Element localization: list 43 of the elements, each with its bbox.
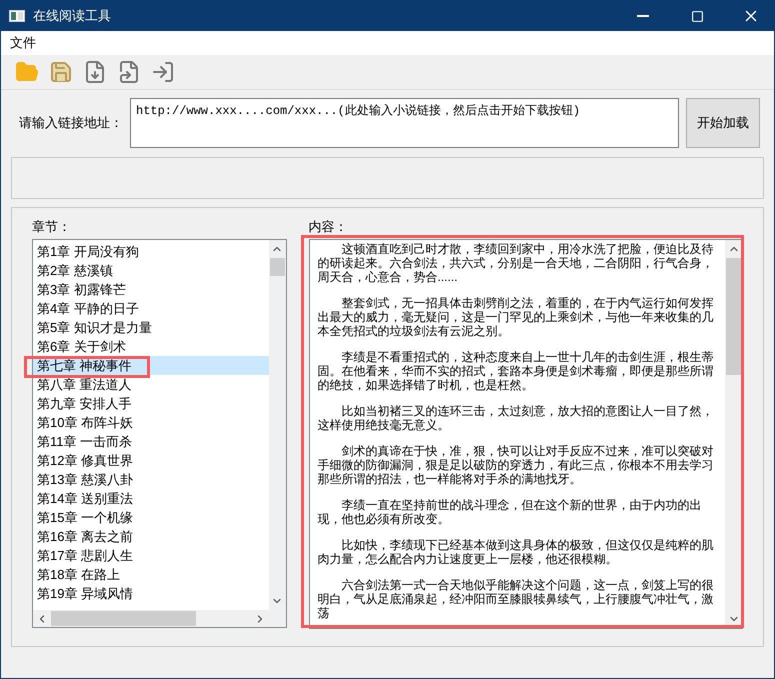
content-paragraph: 李绩一直在坚持前世的战斗理念，但在这个新的世界，由于内功的出现，他也必须有所改变。 [318, 498, 703, 526]
maximize-icon [690, 10, 704, 22]
chapter-item[interactable]: 第3章 初露锋芒 [33, 280, 269, 299]
load-button[interactable]: 开始加载 [686, 98, 760, 148]
minimize-icon [637, 15, 649, 17]
chapter-item[interactable]: 第八章 重法道人 [33, 375, 269, 394]
chapter-item[interactable]: 第5章 知识才是力量 [33, 318, 269, 337]
app-icon [9, 10, 25, 22]
chapter-item[interactable]: 第七章 神秘事件 [33, 356, 269, 375]
chapter-item[interactable]: 第14章 送别重法 [33, 489, 269, 508]
chapter-item[interactable]: 第15章 一个机缘 [33, 508, 269, 527]
chapter-item[interactable]: 第17章 悲剧人生 [33, 546, 269, 565]
chapter-item[interactable]: 第九章 安排人手 [33, 394, 269, 413]
chapter-item[interactable]: 第4章 平静的日子 [33, 299, 269, 318]
vertical-scrollbar[interactable] [268, 240, 286, 610]
content-paragraph: 比如快，李绩现下已经基本做到这具身体的极致，但这仅仅是纯粹的肌肉力量，怎么配合内力让速度更上一层楼，他还很模糊。 [318, 538, 715, 566]
scrollbar-thumb[interactable] [270, 258, 285, 276]
content-paragraph: 剑术的真谛在于快，准，狠，快可以让对手反应不过来，准可以突破对手细微的防御漏洞，狠是足以破防的穿透力，有此三点，你根本不用去学习那些所谓的招法，也一样能将对手杀的满地找牙。 [318, 444, 715, 486]
scrollbar-thumb[interactable] [726, 258, 741, 375]
chapter-item[interactable]: 第2章 慈溪镇 [33, 261, 269, 280]
content-paragraph: 整套剑式，无一招具体击刺劈削之法，着重的，在于内气运行如何发挥出最大的威力，毫无疑问，这是一门罕见的上乘剑术，与他一年来收集的几本全凭招式的垃圾剑法有云泥之别。 [318, 296, 715, 338]
content-paragraph: 这顿酒直吃到己时才散，李绩回到家中，用冷水洗了把脸，便迫比及待的研读起来。六合剑法，共六式，分别是一合天地，二合阴阳，行气合身，周天合，心意合，势合...... [318, 242, 715, 284]
url-field[interactable]: http://www.xxx....com/xxx...(此处输入小说链接，然后点击开始下载按钮) [130, 98, 679, 148]
chapter-item[interactable]: 第10章 布阵斗妖 [33, 413, 269, 432]
chapter-item[interactable]: 第1章 开局没有狗 [33, 242, 269, 261]
window-title: 在线阅读工具 [33, 7, 112, 25]
horizontal-scrollbar[interactable] [33, 610, 269, 627]
chapter-item[interactable]: 第13章 慈溪八卦 [33, 470, 269, 489]
chapter-item[interactable]: 第11章 一击而杀 [33, 432, 269, 451]
content-paragraph: 比如当初褚三叉的连环三击，太过刻意，放大招的意图让人一目了然，这样使用绝技毫无意义。 [318, 404, 715, 432]
content-label: 内容： [308, 218, 349, 236]
vertical-scrollbar[interactable] [725, 240, 742, 628]
content-paragraph: 李绩是不看重招式的，这种态度来自上一世十几年的击剑生涯，根生蒂固。在他看来，华而不实的招式，套路本身便是剑术毒瘤，即便是那些所谓的绝技，如果选择错了时机，也是枉然。 [318, 350, 715, 392]
url-label: 请输入链接地址： [19, 114, 123, 132]
chapters-label: 章节： [32, 218, 72, 236]
chapter-item[interactable]: 第6章 关于剑术 [33, 337, 269, 356]
scrollbar-thumb[interactable] [51, 611, 196, 626]
chapter-item[interactable]: 第19章 异域风情 [33, 584, 269, 603]
chapter-item[interactable]: 第16章 离去之前 [33, 527, 269, 546]
content-paragraph: 六合剑法第一式一合天地似乎能解决这个问题，这一点，剑笈上写的很明白，气从足底涌泉起，经冲阳而至膝眼犊鼻续气，上行腰腹气冲壮气，激荡 [318, 578, 715, 620]
menu-item[interactable]: 文件 [3, 32, 43, 54]
chapter-item[interactable]: 第18章 在路上 [33, 565, 269, 584]
chapter-item[interactable]: 第12章 修真世界 [33, 451, 269, 470]
